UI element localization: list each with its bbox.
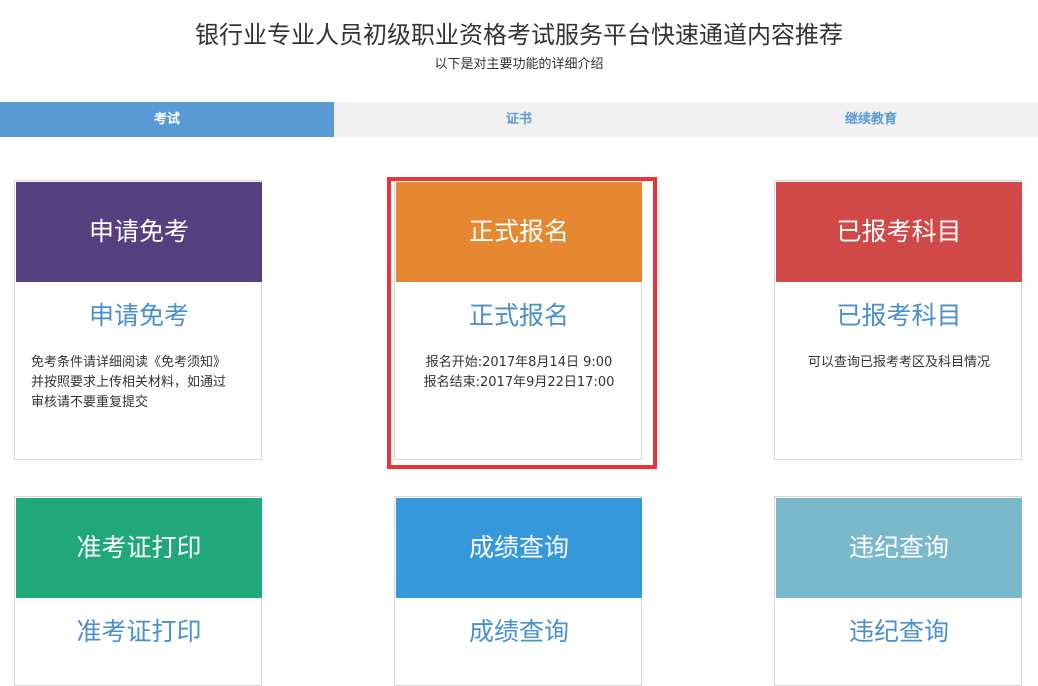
card-violation-query-header: 违纪查询: [776, 498, 1022, 598]
card-registration-header: 正式报名: [396, 182, 642, 282]
card-registration-description: 报名开始:2017年8月14日 9:00 报名结束:2017年9月22日17:0…: [423, 355, 615, 390]
card-admission-ticket[interactable]: 准考证打印 准考证打印: [14, 496, 262, 686]
card-violation-query-link[interactable]: 违纪查询: [775, 615, 1023, 649]
page-subtitle: 以下是对主要功能的详细介绍: [434, 57, 604, 72]
page-title: 银行业专业人员初级职业资格考试服务平台快速通道内容推荐: [195, 21, 843, 49]
card-admission-ticket-header: 准考证打印: [16, 498, 262, 598]
card-registered-subjects-description: 可以查询已报考考区及科目情况: [807, 355, 990, 370]
tab-continuing-education[interactable]: 继续教育: [704, 102, 1038, 137]
card-registered-subjects[interactable]: 已报考科目 已报考科目 可以查询已报考考区及科目情况: [774, 180, 1022, 460]
card-exemption-link[interactable]: 申请免考: [15, 299, 263, 333]
tab-certificate[interactable]: 证书: [334, 102, 704, 137]
card-exemption-header: 申请免考: [16, 182, 262, 282]
card-exemption-description: 免考条件请详细阅读《免考须知》 并按照要求上传相关材料，如通过 审核请不要重复提…: [31, 355, 227, 410]
card-score-query[interactable]: 成绩查询 成绩查询: [394, 496, 642, 686]
card-registration-link[interactable]: 正式报名: [395, 299, 643, 333]
card-admission-ticket-link[interactable]: 准考证打印: [15, 615, 263, 649]
card-exemption[interactable]: 申请免考 申请免考 免考条件请详细阅读《免考须知》 并按照要求上传相关材料，如通…: [14, 180, 262, 460]
card-registered-subjects-link[interactable]: 已报考科目: [775, 299, 1023, 333]
card-score-query-link[interactable]: 成绩查询: [395, 615, 643, 649]
card-registration[interactable]: 正式报名 正式报名 报名开始:2017年8月14日 9:00 报名结束:2017…: [394, 180, 642, 460]
tab-bar: 考试 证书 继续教育: [0, 102, 1038, 137]
tab-exam[interactable]: 考试: [0, 102, 334, 137]
card-registered-subjects-header: 已报考科目: [776, 182, 1022, 282]
card-violation-query[interactable]: 违纪查询 违纪查询: [774, 496, 1022, 686]
card-score-query-header: 成绩查询: [396, 498, 642, 598]
